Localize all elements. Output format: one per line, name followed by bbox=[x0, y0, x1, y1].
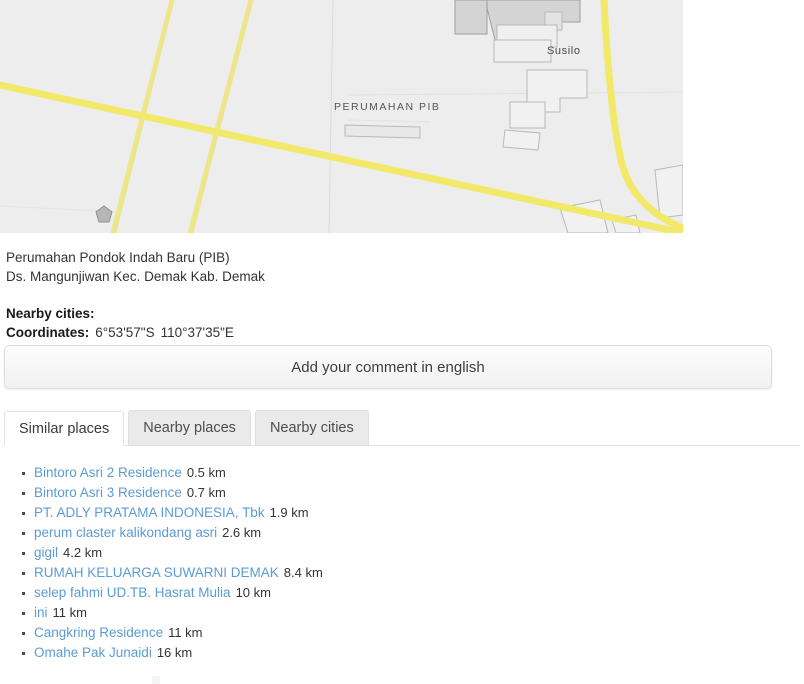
place-name: Perumahan Pondok Indah Baru (PIB) bbox=[6, 250, 230, 265]
list-item: selep fahmi UD.TB. Hasrat Mulia 10 km bbox=[22, 583, 734, 603]
map-area-label: PERUMAHAN PIB bbox=[334, 101, 440, 113]
map-building-label: Susilo bbox=[547, 45, 581, 57]
map-canvas[interactable]: PERUMAHAN PIB Susilo bbox=[0, 0, 683, 233]
place-distance: 8.4 km bbox=[283, 565, 323, 580]
tab-nearby-cities[interactable]: Nearby cities bbox=[254, 410, 369, 445]
place-distance: 10 km bbox=[235, 585, 271, 600]
place-distance: 11 km bbox=[52, 605, 87, 620]
list-item: perum claster kalikondang asri 2.6 km bbox=[22, 523, 734, 543]
tab-similar-places-label: Similar places bbox=[19, 420, 110, 437]
coordinates-row: Coordinates: 6°53'57"S 110°37'35"E bbox=[6, 323, 766, 342]
map-viewport[interactable]: PERUMAHAN PIB Susilo bbox=[0, 0, 683, 233]
coordinate-latitude: 6°53'57"S bbox=[95, 325, 155, 340]
place-link[interactable]: PT. ADLY PRATAMA INDONESIA, Tbk bbox=[34, 505, 265, 520]
list-item: Bintoro Asri 3 Residence 0.7 km bbox=[22, 483, 734, 503]
place-link[interactable]: Bintoro Asri 2 Residence bbox=[34, 465, 182, 480]
coordinate-longitude: 110°37'35"E bbox=[160, 325, 234, 340]
tab-nearby-cities-label: Nearby cities bbox=[269, 420, 354, 436]
add-comment-button[interactable]: Add your comment in english bbox=[4, 345, 772, 389]
page-bottom-artifact bbox=[152, 676, 160, 684]
place-link[interactable]: Cangkring Residence bbox=[34, 625, 163, 640]
place-distance: 0.5 km bbox=[186, 465, 226, 480]
place-distance: 2.6 km bbox=[222, 525, 262, 540]
place-link[interactable]: Omahe Pak Junaidi bbox=[34, 645, 152, 660]
map-background bbox=[0, 0, 683, 233]
place-link[interactable]: selep fahmi UD.TB. Hasrat Mulia bbox=[34, 585, 231, 600]
coordinates-label: Coordinates: bbox=[6, 325, 90, 340]
list-item: PT. ADLY PRATAMA INDONESIA, Tbk 1.9 km bbox=[22, 503, 734, 523]
place-link[interactable]: RUMAH KELUARGA SUWARNI DEMAK bbox=[34, 565, 279, 580]
place-distance: 16 km bbox=[156, 645, 193, 660]
place-link[interactable]: Bintoro Asri 3 Residence bbox=[34, 485, 182, 500]
list-item: gigil 4.2 km bbox=[22, 543, 734, 563]
tab-nearby-places[interactable]: Nearby places bbox=[128, 410, 251, 445]
place-info-block: Perumahan Pondok Indah Baru (PIB) Ds. Ma… bbox=[6, 248, 766, 342]
nearby-cities-heading: Nearby cities: bbox=[6, 306, 95, 321]
place-distance: 4.2 km bbox=[63, 545, 103, 560]
list-item: RUMAH KELUARGA SUWARNI DEMAK 8.4 km bbox=[22, 563, 734, 583]
list-item: Omahe Pak Junaidi 16 km bbox=[22, 643, 734, 663]
tab-similar-places[interactable]: Similar places bbox=[4, 411, 125, 446]
similar-places-list: Bintoro Asri 2 Residence 0.5 km Bintoro As… bbox=[8, 463, 734, 663]
place-distance: 1.9 km bbox=[269, 505, 309, 520]
list-item: ini 11 km bbox=[22, 603, 734, 623]
place-link[interactable]: gigil bbox=[34, 545, 58, 560]
place-link[interactable]: perum claster kalikondang asri bbox=[34, 525, 217, 540]
list-item: Cangkring Residence 11 km bbox=[22, 623, 734, 643]
tab-nearby-places-label: Nearby places bbox=[143, 420, 236, 436]
place-distance: 11 km bbox=[168, 625, 203, 640]
place-address: Ds. Mangunjiwan Kec. Demak Kab. Demak bbox=[6, 269, 265, 284]
place-detail-page: PERUMAHAN PIB Susilo Perumahan Pondok In… bbox=[0, 0, 804, 684]
place-link[interactable]: ini bbox=[34, 605, 48, 620]
add-comment-button-label: Add your comment in english bbox=[291, 358, 485, 376]
place-tabs: Similar places Nearby places Nearby citi… bbox=[4, 410, 800, 446]
list-item: Bintoro Asri 2 Residence 0.5 km bbox=[22, 463, 734, 483]
place-distance: 0.7 km bbox=[186, 485, 226, 500]
